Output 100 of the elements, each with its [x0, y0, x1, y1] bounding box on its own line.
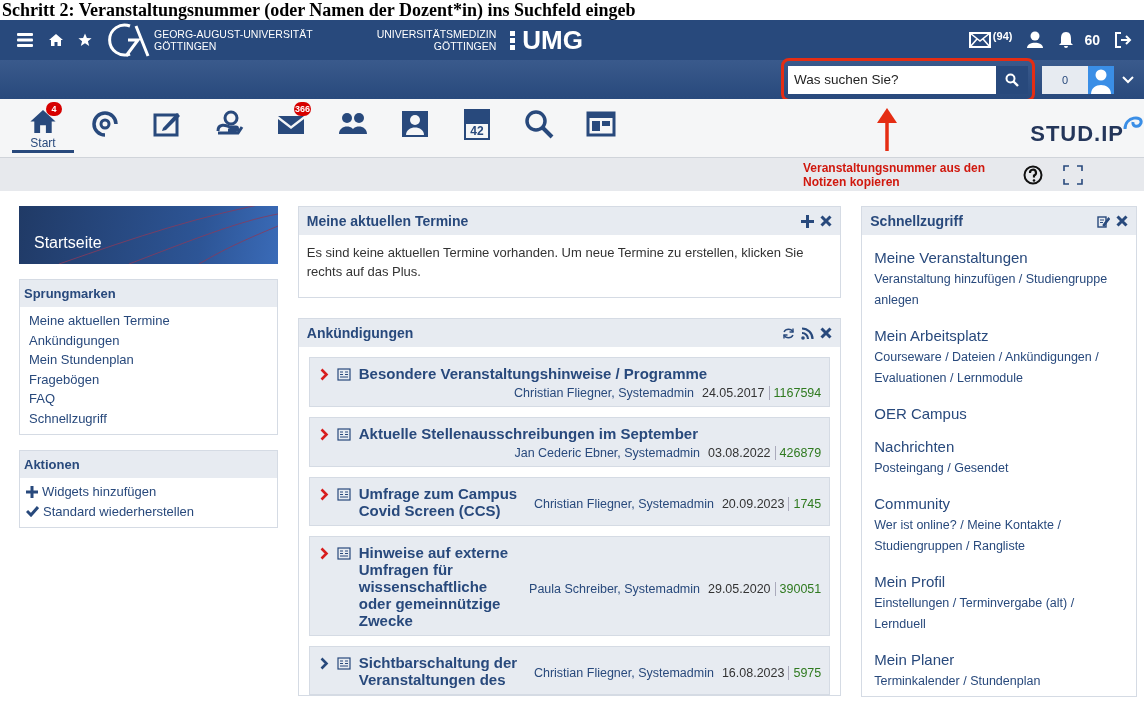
avatar-icon[interactable]	[1088, 65, 1114, 94]
announcement-date: 24.05.2017	[701, 386, 770, 400]
university-logo-icon	[106, 22, 150, 58]
chevron-right-icon[interactable]	[319, 547, 329, 560]
search-icon[interactable]	[1005, 72, 1019, 87]
announcement-author[interactable]: Christian Fliegner, Systemadmin	[514, 386, 694, 400]
chevron-down-icon[interactable]	[1122, 75, 1134, 84]
sidebar-link[interactable]: Meine aktuellen Termine	[29, 313, 170, 329]
announcement-date: 20.09.2023	[721, 497, 790, 511]
logout-icon[interactable]	[1114, 31, 1132, 49]
announcement-title[interactable]: Besondere Veranstaltungshinweise / Programme	[358, 365, 708, 382]
sidebar-link[interactable]: Mein Stundenplan	[29, 352, 134, 368]
home-icon[interactable]	[48, 33, 64, 47]
calendar-icon: 42	[464, 109, 490, 140]
university-city: GÖTTINGEN	[154, 40, 218, 52]
umg-logo: UMG	[522, 24, 583, 56]
dots-icon	[510, 29, 517, 51]
announcement-author[interactable]: Christian Fliegner, Systemadmin	[533, 666, 714, 680]
quick-link[interactable]: Community	[874, 495, 1124, 512]
view-count: 5975	[792, 666, 822, 680]
view-count: 1745	[792, 497, 822, 511]
umg-city: GÖTTINGEN	[433, 40, 497, 52]
spiral-icon	[90, 109, 120, 139]
nav-tab[interactable]: 42	[446, 99, 508, 153]
announcement-title[interactable]: Aktuelle Stellenausschreibungen im September	[358, 425, 699, 442]
brand-logo: STUD.IP	[1030, 121, 1124, 147]
sidebar-link[interactable]: Ankündigungen	[29, 332, 120, 348]
quick-link[interactable]: Mein Profil	[874, 573, 1124, 590]
page-title: Startseite	[33, 234, 102, 252]
view-count: 426879	[778, 446, 822, 460]
chevron-right-icon[interactable]	[319, 368, 329, 381]
news-icon	[336, 428, 351, 441]
bell-icon[interactable]	[1058, 31, 1075, 49]
rss-icon[interactable]	[801, 326, 815, 340]
widget-title: Schnellzugriff	[870, 213, 963, 229]
sub-links[interactable]: Wer ist online? / Meine Kontakte / Studiengruppen / Rangliste	[874, 515, 1124, 557]
counter-badge: 0	[1042, 65, 1088, 94]
home-icon	[28, 107, 58, 136]
chevron-right-icon[interactable]	[319, 428, 329, 441]
help-icon[interactable]	[1023, 164, 1043, 185]
count-badge: 366	[294, 102, 312, 116]
chevron-right-icon[interactable]	[319, 488, 329, 501]
star-icon[interactable]	[78, 33, 92, 47]
section-header: Sprungmarken	[20, 280, 277, 307]
close-icon[interactable]	[1116, 215, 1128, 227]
sidebar-link[interactable]: Widgets hinzufügen	[42, 484, 157, 500]
widget-title: Ankündigungen	[306, 325, 414, 341]
announcement-title[interactable]: Umfrage zum Campus Covid Screen (CCS)	[358, 485, 524, 519]
sub-links[interactable]: Veranstaltung hinzufügen / Studiengruppe anlegen	[874, 269, 1124, 311]
announcement-author[interactable]: Christian Fliegner, Systemadmin	[533, 497, 714, 511]
mail-icon[interactable]	[968, 32, 991, 48]
announcement-author[interactable]: Jan Cederic Ebner, Systemadmin	[514, 446, 700, 460]
announcement-title[interactable]: Sichtbarschaltung der Veranstaltungen des	[358, 654, 524, 688]
news-icon	[336, 488, 351, 501]
close-icon[interactable]	[820, 215, 833, 227]
university-name: GEORG-AUGUST-UNIVERSITÄT	[154, 28, 313, 40]
umg-name: UNIVERSITÄTSMEDIZIN	[376, 28, 497, 40]
sidebar-link[interactable]: FAQ	[29, 391, 55, 407]
quick-link[interactable]: Meine Veranstaltungen	[874, 249, 1124, 266]
sidebar-link[interactable]: Standard wiederherstellen	[43, 503, 195, 519]
sub-links[interactable]: Courseware / Dateien / Ankündigungen / Evaluationen / Lernmodule	[874, 347, 1124, 389]
quick-link[interactable]: Mein Arbeitsplatz	[874, 327, 1124, 344]
close-icon[interactable]	[820, 327, 833, 339]
arc-icon	[1122, 113, 1144, 131]
tiles-icon	[586, 109, 616, 139]
quick-link[interactable]: Nachrichten	[874, 438, 1124, 455]
sub-links[interactable]: Einstellungen / Terminvergabe (alt) / Lernduell	[874, 593, 1124, 635]
empty-message: Es sind keine aktuellen Termine vorhanden. Um neue Termine zu erstellen, klicken Sie rechts auf das Plus.	[306, 244, 805, 281]
nav-tab[interactable]: 366	[260, 99, 322, 153]
annotation-arrow	[876, 107, 898, 151]
nav-tab[interactable]: Start 4	[12, 99, 74, 153]
announcement-date: 29.05.2020	[708, 581, 776, 596]
user-icon[interactable]	[1026, 31, 1045, 49]
notification-count[interactable]: 60	[1084, 32, 1100, 48]
announcement-title[interactable]: Hinweise auf externe Umfragen für wissenschaftliche oder gemeinnützige Zwecke	[358, 544, 524, 629]
news-icon	[336, 547, 351, 560]
instruction-heading: Schritt 2: Veranstaltungsnummer (oder Namen der Dozent*in) ins Suchfeld eingeb	[1, 0, 637, 20]
check-icon	[26, 505, 39, 518]
edit-icon[interactable]	[1097, 214, 1110, 228]
view-count: 390051	[778, 581, 822, 596]
profile-icon	[400, 109, 430, 139]
sub-links[interactable]: Terminkalender / Stundenplan	[874, 671, 1124, 692]
announcement-date: 16.08.2023	[721, 666, 790, 680]
announcement-author[interactable]: Paula Schreiber, Systemadmin	[529, 581, 700, 596]
view-count: 1167594	[772, 386, 822, 400]
sub-links[interactable]: Posteingang / Gesendet	[874, 458, 1124, 479]
annotation-text: Veranstaltungsnummer aus den Notizen kopieren	[803, 160, 987, 189]
sidebar-link[interactable]: Schnellzugriff	[29, 410, 107, 426]
quick-link[interactable]: Mein Planer	[874, 651, 1124, 668]
fullscreen-icon[interactable]	[1063, 164, 1083, 185]
announcement-date: 03.08.2022	[708, 446, 776, 460]
sidebar-link[interactable]: Fragebögen	[29, 371, 100, 387]
menu-icon[interactable]	[16, 31, 34, 49]
refresh-icon[interactable]	[782, 326, 796, 340]
search-icon	[524, 109, 554, 139]
chevron-right-icon[interactable]	[319, 657, 329, 670]
news-icon	[336, 657, 351, 670]
quick-link[interactable]: OER Campus	[874, 405, 1124, 422]
plus-icon[interactable]	[801, 214, 815, 228]
widget-title: Meine aktuellen Termine	[306, 213, 469, 229]
